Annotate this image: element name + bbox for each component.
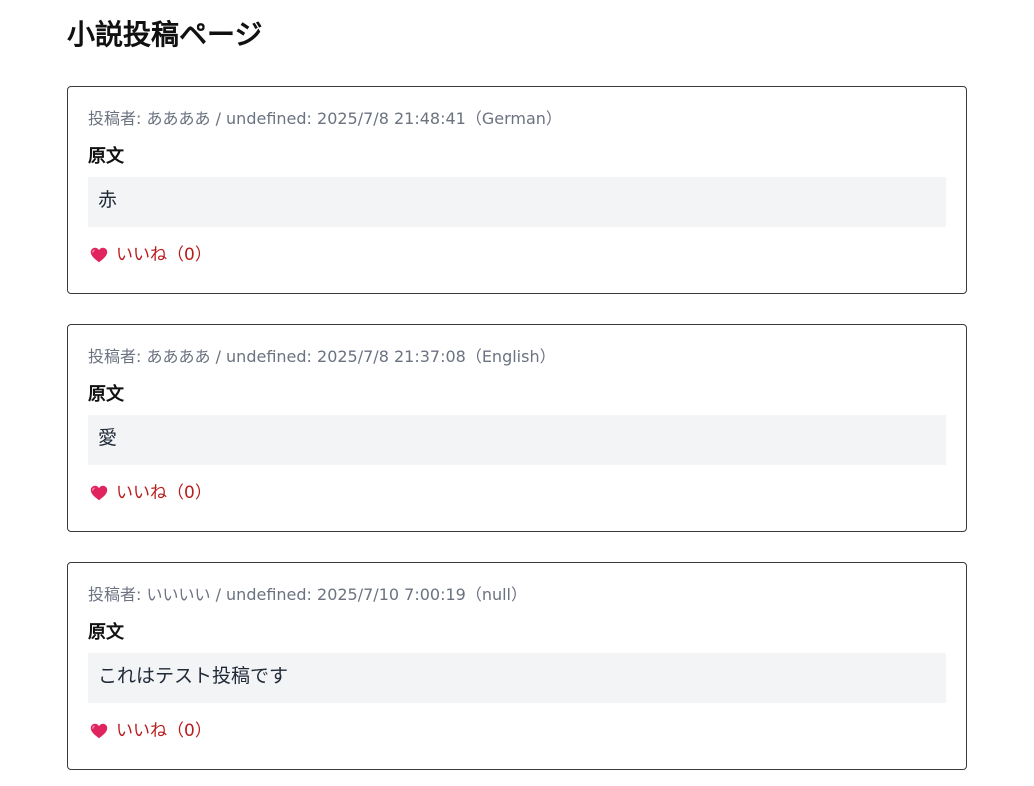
like-label: いいね（0） (116, 721, 212, 741)
like-button[interactable]: いいね（0） (88, 719, 214, 743)
post-meta: 投稿者: いいいい / undefined: 2025/7/10 7:00:19… (88, 585, 527, 604)
post-meta: 投稿者: ああああ / undefined: 2025/7/8 21:48:41… (88, 109, 562, 128)
page-title: 小説投稿ページ (67, 18, 263, 51)
post-card: 投稿者: いいいい / undefined: 2025/7/10 7:00:19… (67, 562, 967, 770)
like-button[interactable]: いいね（0） (88, 481, 214, 505)
like-label: いいね（0） (116, 483, 212, 503)
post-card: 投稿者: ああああ / undefined: 2025/7/8 21:37:08… (67, 324, 967, 532)
original-text-label: 原文 (88, 384, 124, 405)
page-container: 小説投稿ページ 投稿者: ああああ / undefined: 2025/7/8 … (67, 0, 967, 770)
original-text-label: 原文 (88, 622, 124, 643)
original-text-box: 赤 (88, 177, 946, 227)
like-button[interactable]: いいね（0） (88, 243, 214, 267)
heart-icon (90, 723, 108, 739)
heart-icon (90, 485, 108, 501)
post-card: 投稿者: ああああ / undefined: 2025/7/8 21:48:41… (67, 86, 967, 294)
heart-icon (90, 247, 108, 263)
like-label: いいね（0） (116, 245, 212, 265)
original-text-box: これはテスト投稿です (88, 653, 946, 703)
post-meta: 投稿者: ああああ / undefined: 2025/7/8 21:37:08… (88, 347, 556, 366)
original-text-label: 原文 (88, 146, 124, 167)
original-text-box: 愛 (88, 415, 946, 465)
